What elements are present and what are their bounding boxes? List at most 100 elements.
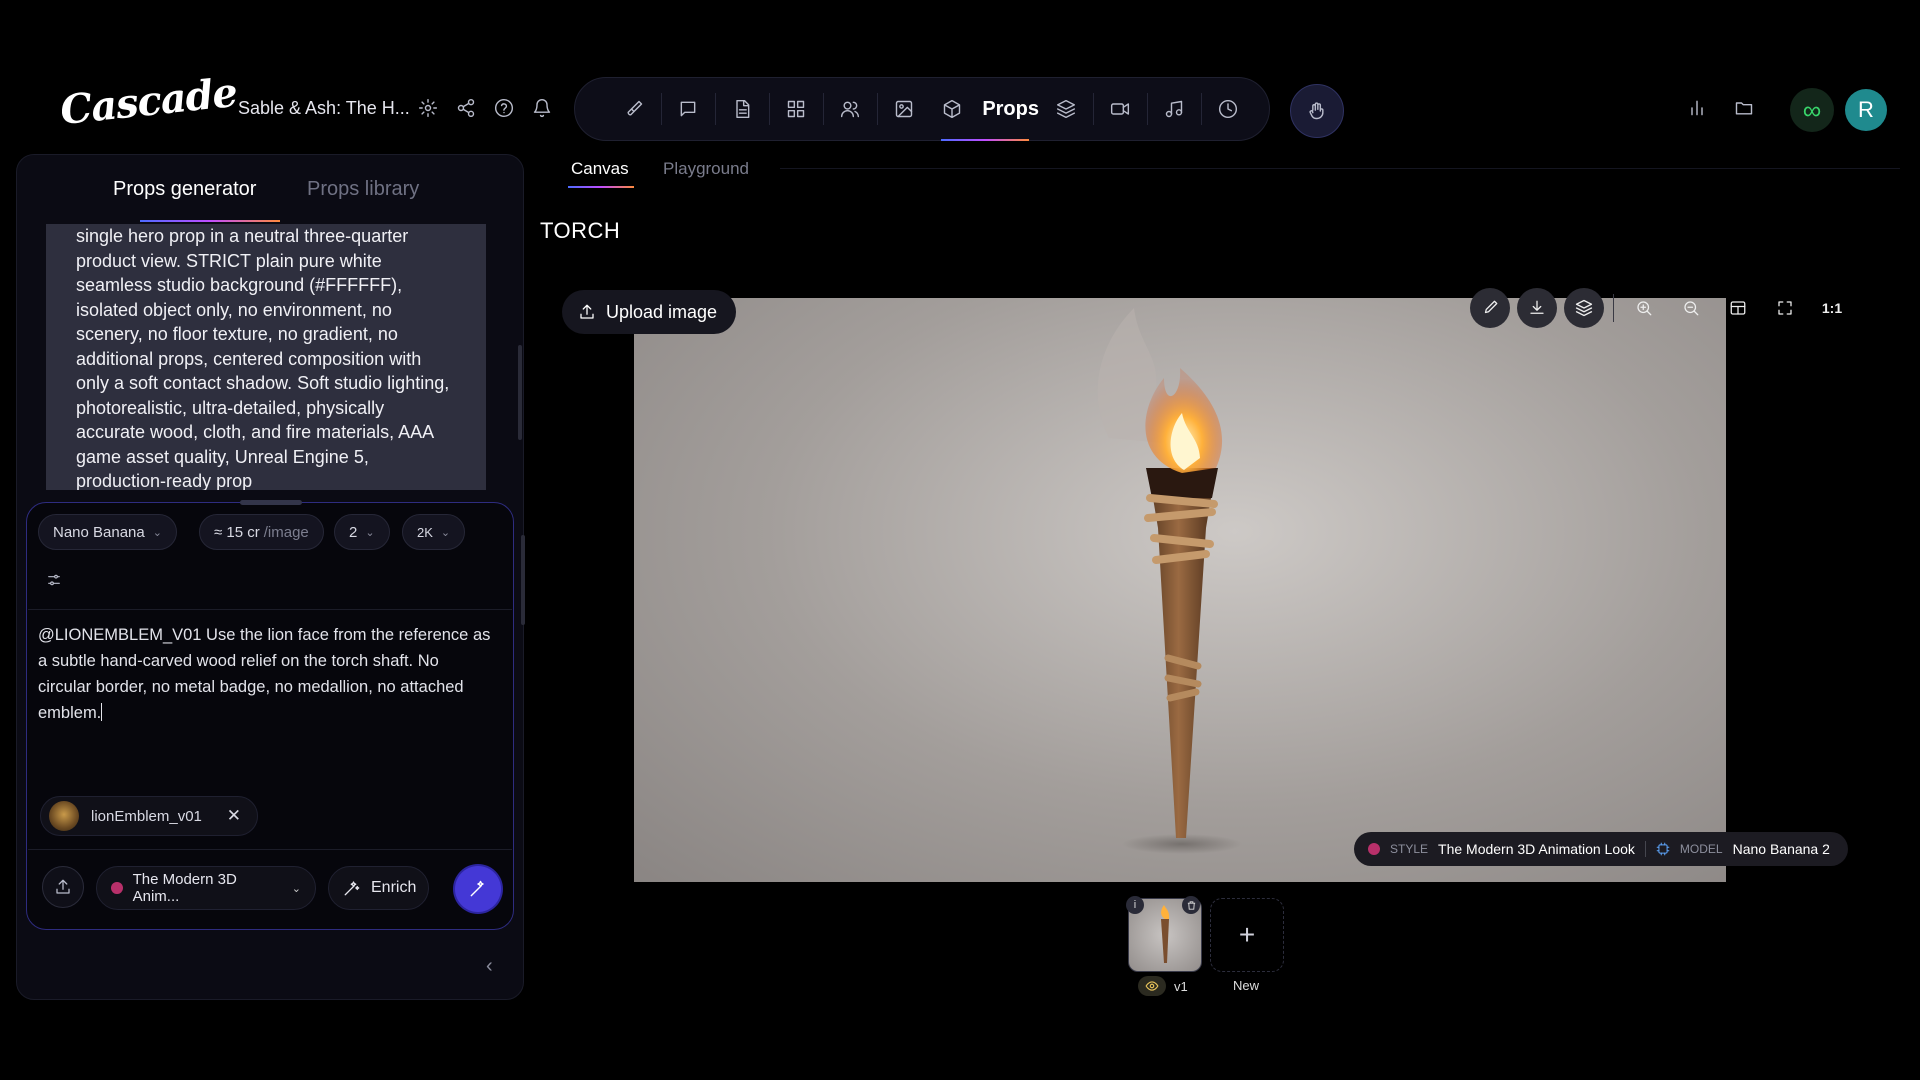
version-label-row: v1 xyxy=(1138,976,1188,996)
brush-icon xyxy=(1481,299,1499,317)
style-label: STYLE xyxy=(1390,842,1429,856)
reference-chip-label: lionEmblem_v01 xyxy=(91,807,202,825)
divider xyxy=(1613,294,1614,322)
chat-icon[interactable] xyxy=(661,93,715,125)
fit-icon xyxy=(1729,299,1747,317)
panel-scrollbar[interactable] xyxy=(518,345,522,440)
tab-props-generator[interactable]: Props generator xyxy=(113,178,256,201)
tab-props-library[interactable]: Props library xyxy=(307,178,419,201)
tab-canvas[interactable]: Canvas xyxy=(571,159,629,179)
model-select-value: Nano Banana xyxy=(53,523,145,541)
bell-icon[interactable] xyxy=(532,98,552,118)
cube-icon xyxy=(931,99,972,119)
chevron-down-icon: ⌄ xyxy=(152,526,162,539)
message-input[interactable]: @LIONEMBLEM_V01 Use the lion face from t… xyxy=(38,622,493,726)
enrich-label: Enrich xyxy=(371,879,417,896)
layers-button[interactable] xyxy=(1564,288,1604,328)
eye-icon[interactable] xyxy=(1138,976,1166,996)
fullscreen-button[interactable] xyxy=(1765,288,1805,328)
new-version-button[interactable]: + xyxy=(1210,898,1284,972)
layers-icon[interactable] xyxy=(1039,99,1093,119)
magic-hand-icon xyxy=(1307,101,1327,121)
chevron-down-icon: ⌄ xyxy=(440,526,451,539)
app-logo[interactable]: Cascade xyxy=(58,69,239,134)
generated-prompt-text[interactable]: single hero prop in a neutral three-quar… xyxy=(46,224,486,490)
share-icon[interactable] xyxy=(456,98,476,118)
active-tab-underline xyxy=(568,186,634,188)
help-icon[interactable] xyxy=(494,98,514,118)
fit-button[interactable] xyxy=(1718,288,1758,328)
magic-wand-icon xyxy=(343,879,361,897)
page-title: TORCH xyxy=(540,218,621,243)
actual-size-button[interactable]: 1:1 xyxy=(1812,288,1852,328)
zoom-in-button[interactable] xyxy=(1624,288,1664,328)
style-select[interactable]: The Modern 3D Anim... ⌄ xyxy=(96,866,316,910)
torch-image[interactable] xyxy=(634,298,1726,882)
gear-icon[interactable] xyxy=(418,98,438,118)
cost-unit: /image xyxy=(263,523,309,541)
brush-icon[interactable] xyxy=(607,99,661,119)
model-chip-icon xyxy=(1656,842,1670,856)
collapse-panel-icon[interactable]: ‹ xyxy=(486,955,493,978)
divider xyxy=(780,168,1900,169)
generate-button[interactable] xyxy=(455,866,501,912)
resolution-select[interactable]: 2K ⌄ xyxy=(402,514,466,550)
lion-emblem-thumbnail xyxy=(49,801,79,831)
video-icon[interactable] xyxy=(1093,93,1147,125)
folder-icon[interactable] xyxy=(1734,98,1754,118)
characters-icon[interactable] xyxy=(823,93,877,125)
clock-icon[interactable] xyxy=(1201,93,1255,125)
zoom-in-icon xyxy=(1635,299,1653,317)
attach-upload-button[interactable] xyxy=(42,866,84,908)
divider xyxy=(28,849,512,850)
style-select-value: The Modern 3D Anim... xyxy=(132,871,237,905)
analytics-icon[interactable] xyxy=(1687,98,1707,118)
model-select[interactable]: Nano Banana ⌄ xyxy=(38,514,177,550)
cost-badge: ≈ 15 cr /image xyxy=(199,514,324,550)
trash-icon[interactable] xyxy=(1182,896,1200,914)
enrich-button[interactable]: Enrich xyxy=(328,866,429,910)
upload-icon xyxy=(54,878,72,896)
plus-icon: + xyxy=(1238,919,1256,950)
music-icon[interactable] xyxy=(1147,93,1201,125)
version-label: v1 xyxy=(1174,978,1188,994)
settings-sliders-icon[interactable] xyxy=(46,572,62,588)
project-title[interactable]: Sable & Ash: The H... xyxy=(238,98,410,119)
download-button[interactable] xyxy=(1517,288,1557,328)
infinity-icon[interactable]: ∞ xyxy=(1790,88,1834,132)
nav-props-label: Props xyxy=(982,97,1039,120)
image-icon[interactable] xyxy=(877,93,931,125)
agent-button[interactable] xyxy=(1290,84,1344,138)
resolution-value: 2K xyxy=(417,524,433,540)
zoom-out-icon xyxy=(1682,299,1700,317)
image-meta-badge: STYLE The Modern 3D Animation Look MODEL… xyxy=(1354,832,1848,866)
style-color-dot xyxy=(1368,843,1380,855)
zoom-out-button[interactable] xyxy=(1671,288,1711,328)
grid-icon[interactable] xyxy=(769,93,823,125)
avatar[interactable]: R xyxy=(1845,89,1887,131)
count-value: 2 xyxy=(349,523,358,541)
close-icon[interactable]: ✕ xyxy=(227,806,241,826)
active-tab-underline xyxy=(140,220,280,222)
composer-scrollbar[interactable] xyxy=(521,535,525,625)
document-icon[interactable] xyxy=(715,93,769,125)
main-nav: Props xyxy=(574,77,1270,141)
image-toolbar: 1:1 xyxy=(1470,288,1859,328)
resize-handle[interactable] xyxy=(240,500,302,505)
nav-props[interactable]: Props xyxy=(931,97,1039,141)
chevron-down-icon: ⌄ xyxy=(291,882,301,895)
upload-icon xyxy=(578,303,596,321)
chevron-down-icon: ⌄ xyxy=(365,526,375,539)
edit-brush-button[interactable] xyxy=(1470,288,1510,328)
info-icon[interactable]: i xyxy=(1126,896,1144,914)
style-color-dot xyxy=(111,882,123,894)
reference-chip[interactable]: lionEmblem_v01 ✕ xyxy=(40,796,258,836)
upload-image-button[interactable]: Upload image xyxy=(562,290,736,334)
text-caret xyxy=(101,703,103,721)
count-select[interactable]: 2 ⌄ xyxy=(334,514,390,550)
torch-illustration xyxy=(1097,308,1242,854)
tab-playground[interactable]: Playground xyxy=(663,159,749,179)
new-version-label: New xyxy=(1233,978,1260,993)
divider xyxy=(28,609,512,610)
layers-icon xyxy=(1575,299,1593,317)
